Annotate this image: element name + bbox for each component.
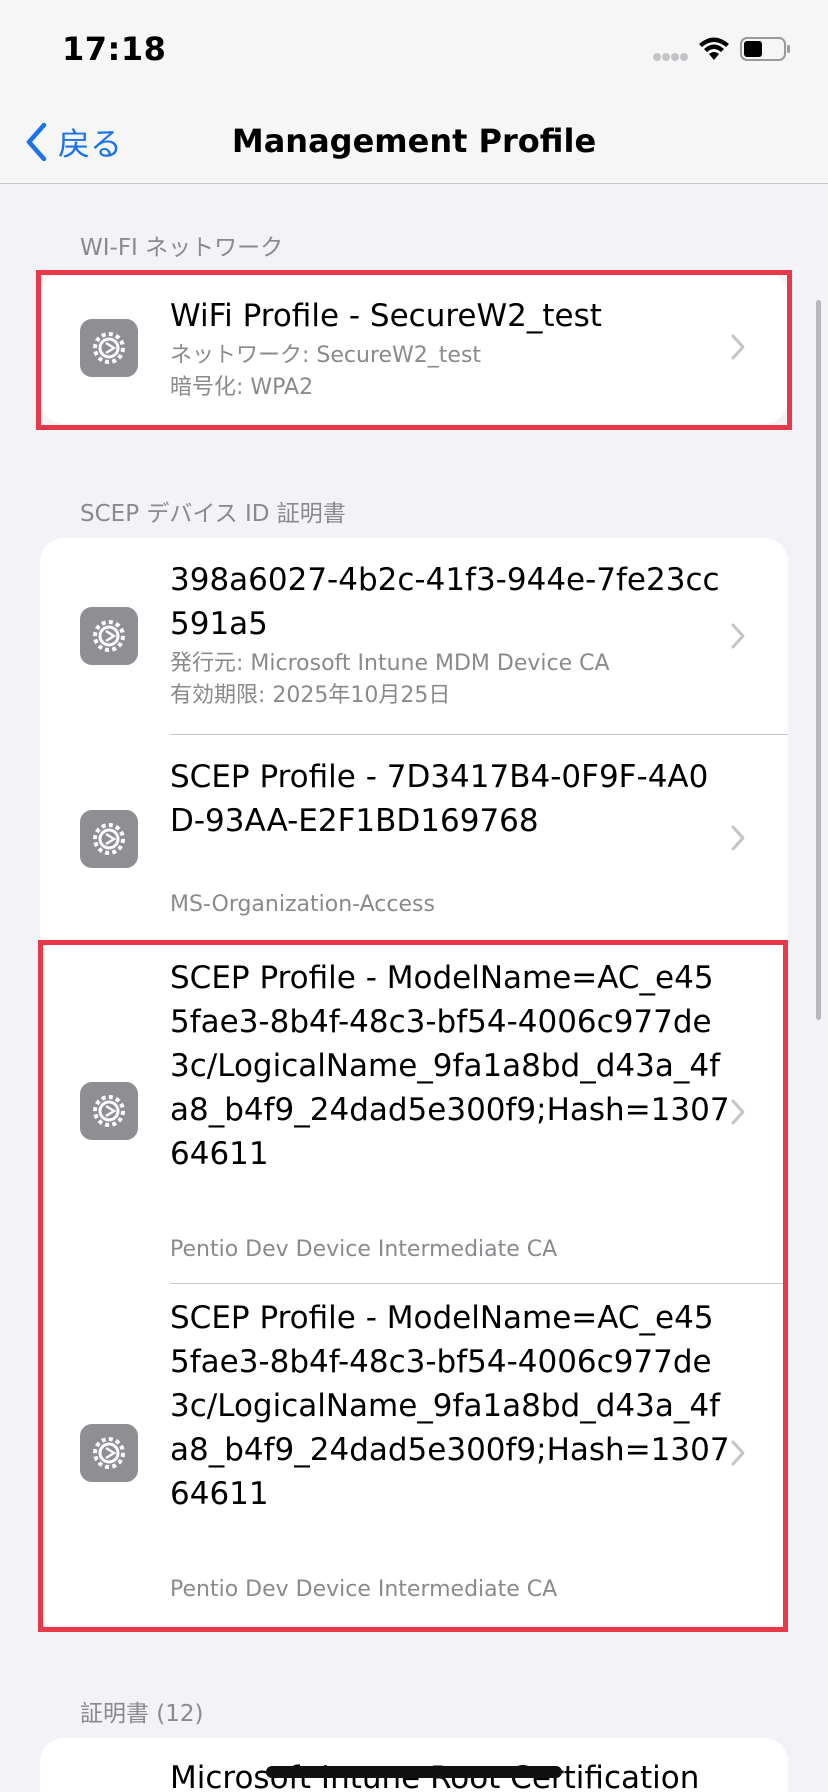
gear-icon xyxy=(80,1082,138,1140)
wifi-card: WiFi Profile - SecureW2_test ネットワーク: Sec… xyxy=(40,272,788,424)
scrollbar[interactable] xyxy=(816,300,821,1020)
wifi-icon xyxy=(699,37,729,60)
certificates-card: Microsoft Intune Root Certification xyxy=(40,1738,788,1792)
home-indicator[interactable] xyxy=(266,1766,562,1778)
chevron-right-icon xyxy=(731,334,745,360)
chevron-right-icon xyxy=(731,1440,745,1466)
row-encryption: 暗号化: WPA2 xyxy=(170,375,314,400)
row-network: ネットワーク: SecureW2_test xyxy=(170,343,482,368)
status-time: 17:18 xyxy=(62,30,167,68)
scep-profile-row[interactable]: SCEP Profile - 7D3417B4-0F9F-4A0D-93AA-E… xyxy=(40,735,788,935)
scep-cert-row[interactable]: 398a6027-4b2c-41f3-944e-7fe23cc591a5 発行元… xyxy=(40,538,788,734)
scep-card: 398a6027-4b2c-41f3-944e-7fe23cc591a5 発行元… xyxy=(40,538,788,1632)
page-title: Management Profile xyxy=(231,122,597,160)
wifi-profile-row[interactable]: WiFi Profile - SecureW2_test ネットワーク: Sec… xyxy=(40,272,788,424)
chevron-right-icon xyxy=(731,825,745,851)
scep-profile-row[interactable]: SCEP Profile - ModelName=AC_e455fae3-8b4… xyxy=(40,1284,788,1624)
chevron-right-icon xyxy=(731,1099,745,1125)
gear-icon xyxy=(80,810,138,868)
gear-icon xyxy=(80,1424,138,1482)
row-title: 398a6027-4b2c-41f3-944e-7fe23cc591a5 xyxy=(170,562,720,642)
row-title: SCEP Profile - ModelName=AC_e455fae3-8b4… xyxy=(170,1300,730,1512)
chevron-right-icon xyxy=(731,623,745,649)
row-title: WiFi Profile - SecureW2_test xyxy=(170,298,602,334)
row-subtitle: Pentio Dev Device Intermediate CA xyxy=(170,1577,558,1602)
battery-icon xyxy=(740,37,790,61)
row-subtitle: Pentio Dev Device Intermediate CA xyxy=(170,1237,558,1262)
section-header-wifi: WI-FI ネットワーク xyxy=(80,235,284,261)
cellular-signal-icon xyxy=(653,53,688,61)
row-expiry: 有効期限: 2025年10月25日 xyxy=(170,683,451,708)
status-bar: 17:18 xyxy=(0,0,828,100)
scep-profile-row[interactable]: SCEP Profile - ModelName=AC_e455fae3-8b4… xyxy=(40,944,788,1280)
row-issuer: 発行元: Microsoft Intune MDM Device CA xyxy=(170,651,610,676)
section-header-certificates: 証明書 (12) xyxy=(80,1701,204,1727)
row-title: SCEP Profile - 7D3417B4-0F9F-4A0D-93AA-E… xyxy=(170,759,709,839)
row-title: SCEP Profile - ModelName=AC_e455fae3-8b4… xyxy=(170,960,730,1172)
certificate-row[interactable]: Microsoft Intune Root Certification xyxy=(40,1738,788,1792)
gear-icon xyxy=(80,607,138,665)
row-subtitle: MS-Organization-Access xyxy=(170,892,435,917)
navigation-bar: 戻る Management Profile xyxy=(0,100,828,184)
section-header-scep: SCEP デバイス ID 証明書 xyxy=(80,501,346,527)
gear-icon xyxy=(80,319,138,377)
